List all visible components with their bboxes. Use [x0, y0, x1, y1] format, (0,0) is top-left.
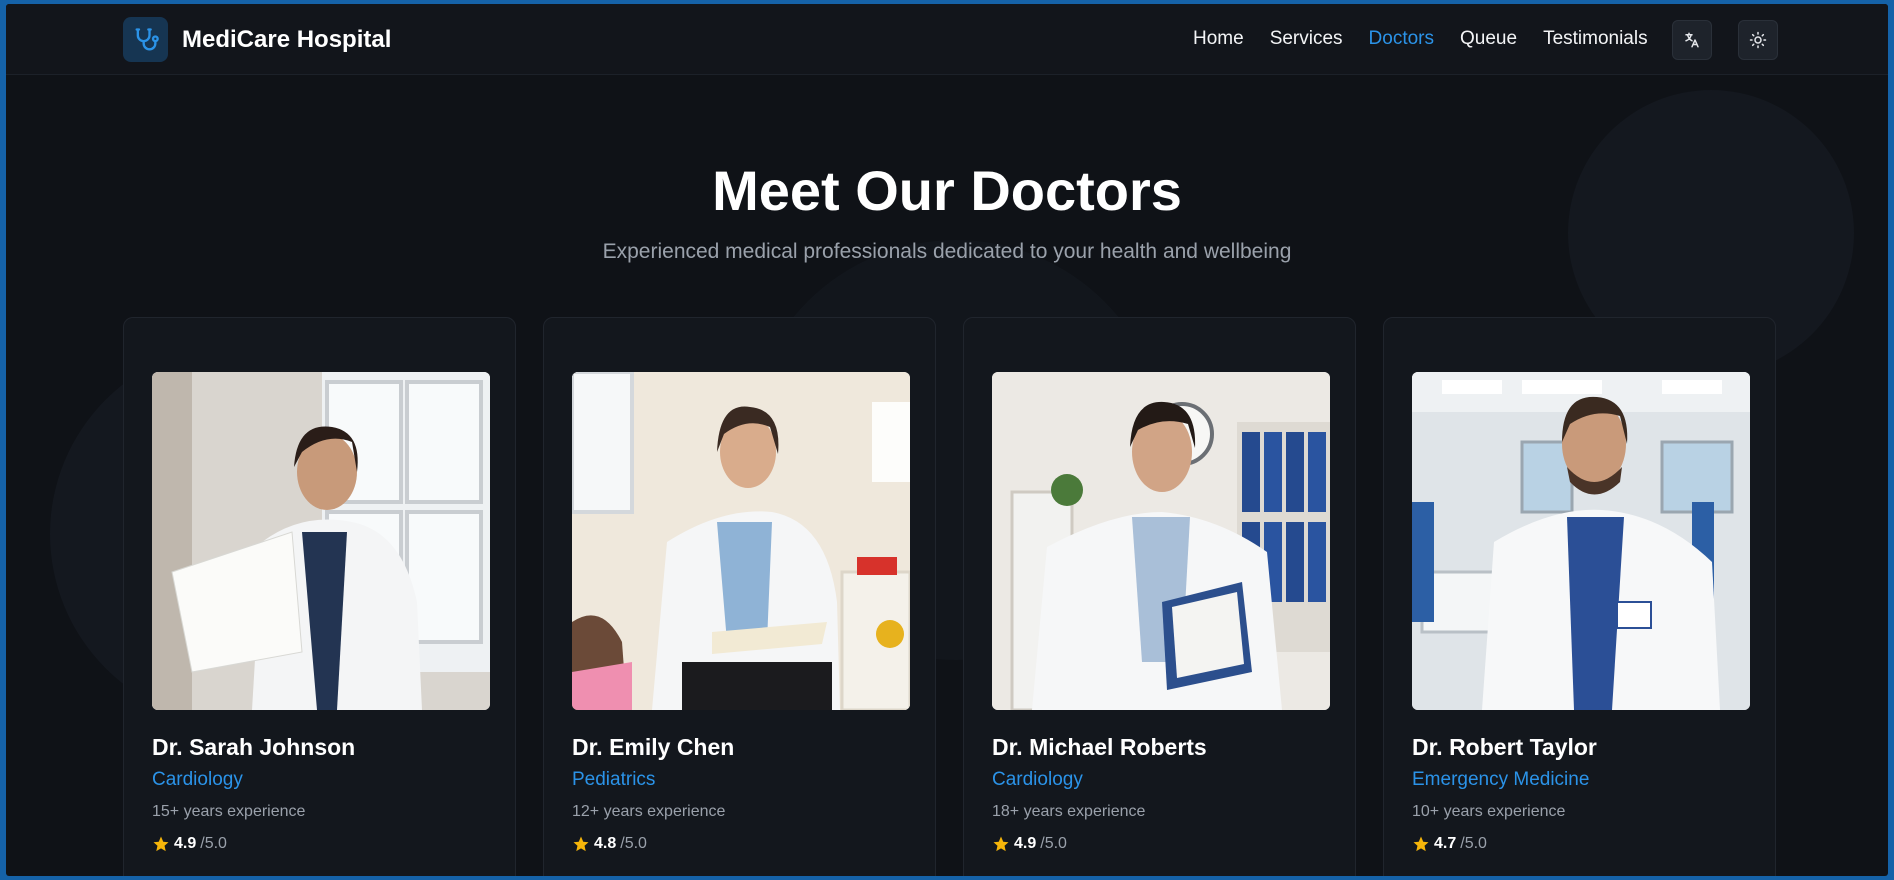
doctor-rating: 4.9 /5.0: [992, 835, 1067, 853]
rating-max: /5.0: [620, 835, 647, 852]
star-icon: [1413, 836, 1429, 852]
brand[interactable]: MediCare Hospital: [123, 17, 391, 62]
nav-queue[interactable]: Queue: [1460, 28, 1517, 50]
doctor-card[interactable]: Dr. Robert Taylor Emergency Medicine 10+…: [1383, 317, 1776, 876]
doctor-name: Dr. Sarah Johnson: [152, 734, 356, 760]
language-button[interactable]: [1672, 20, 1712, 60]
doctor-rating: 4.8 /5.0: [572, 835, 647, 853]
main-menu: Home Services Doctors Queue Testimonials: [1193, 28, 1674, 50]
doctor-experience: 10+ years experience: [1412, 803, 1566, 820]
star-icon: [993, 836, 1009, 852]
doctor-photo: [992, 372, 1330, 710]
doctor-experience: 18+ years experience: [992, 803, 1146, 820]
translate-icon: [1685, 32, 1699, 48]
doctor-card[interactable]: Dr. Sarah Johnson Cardiology 15+ years e…: [123, 317, 516, 876]
doctor-experience: 15+ years experience: [152, 803, 306, 820]
theme-toggle-button[interactable]: [1738, 20, 1778, 60]
doctor-card[interactable]: Dr. Emily Chen Pediatrics 12+ years expe…: [543, 317, 936, 876]
rating-value: 4.9: [1014, 835, 1037, 852]
doctor-name: Dr. Michael Roberts: [992, 734, 1207, 760]
sun-icon: [1749, 31, 1767, 49]
rating-value: 4.8: [594, 835, 617, 852]
doctor-specialty: Cardiology: [992, 769, 1083, 790]
page-subtitle: Experienced medical professionals dedica…: [602, 240, 1292, 263]
nav-services[interactable]: Services: [1270, 28, 1343, 50]
stethoscope-icon: [123, 17, 168, 62]
doctor-rating: 4.9 /5.0: [152, 835, 227, 853]
doctor-specialty: Emergency Medicine: [1412, 769, 1590, 790]
rating-max: /5.0: [1040, 835, 1067, 852]
doctor-specialty: Pediatrics: [572, 769, 656, 790]
doctor-name: Dr. Emily Chen: [572, 734, 735, 760]
doctor-rating: 4.7 /5.0: [1412, 835, 1487, 853]
nav-home[interactable]: Home: [1193, 28, 1244, 50]
doctor-experience: 12+ years experience: [572, 803, 726, 820]
nav-testimonials[interactable]: Testimonials: [1543, 28, 1648, 50]
app-window: MediCare Hospital Home Services Doctors …: [6, 4, 1888, 876]
star-icon: [573, 836, 589, 852]
doctor-card[interactable]: Dr. Michael Roberts Cardiology 18+ years…: [963, 317, 1356, 876]
page-title: Meet Our Doctors: [712, 159, 1182, 222]
top-navigation: MediCare Hospital Home Services Doctors …: [6, 4, 1888, 75]
rating-max: /5.0: [200, 835, 227, 852]
doctor-specialty: Cardiology: [152, 769, 243, 790]
doctor-photo: [572, 372, 910, 710]
star-icon: [153, 836, 169, 852]
rating-value: 4.9: [174, 835, 197, 852]
doctor-name: Dr. Robert Taylor: [1412, 734, 1597, 760]
doctor-photo: [1412, 372, 1750, 710]
doctor-photo: [152, 372, 490, 710]
brand-name: MediCare Hospital: [182, 25, 392, 53]
nav-doctors[interactable]: Doctors: [1369, 28, 1434, 50]
rating-max: /5.0: [1460, 835, 1487, 852]
rating-value: 4.7: [1434, 835, 1457, 852]
